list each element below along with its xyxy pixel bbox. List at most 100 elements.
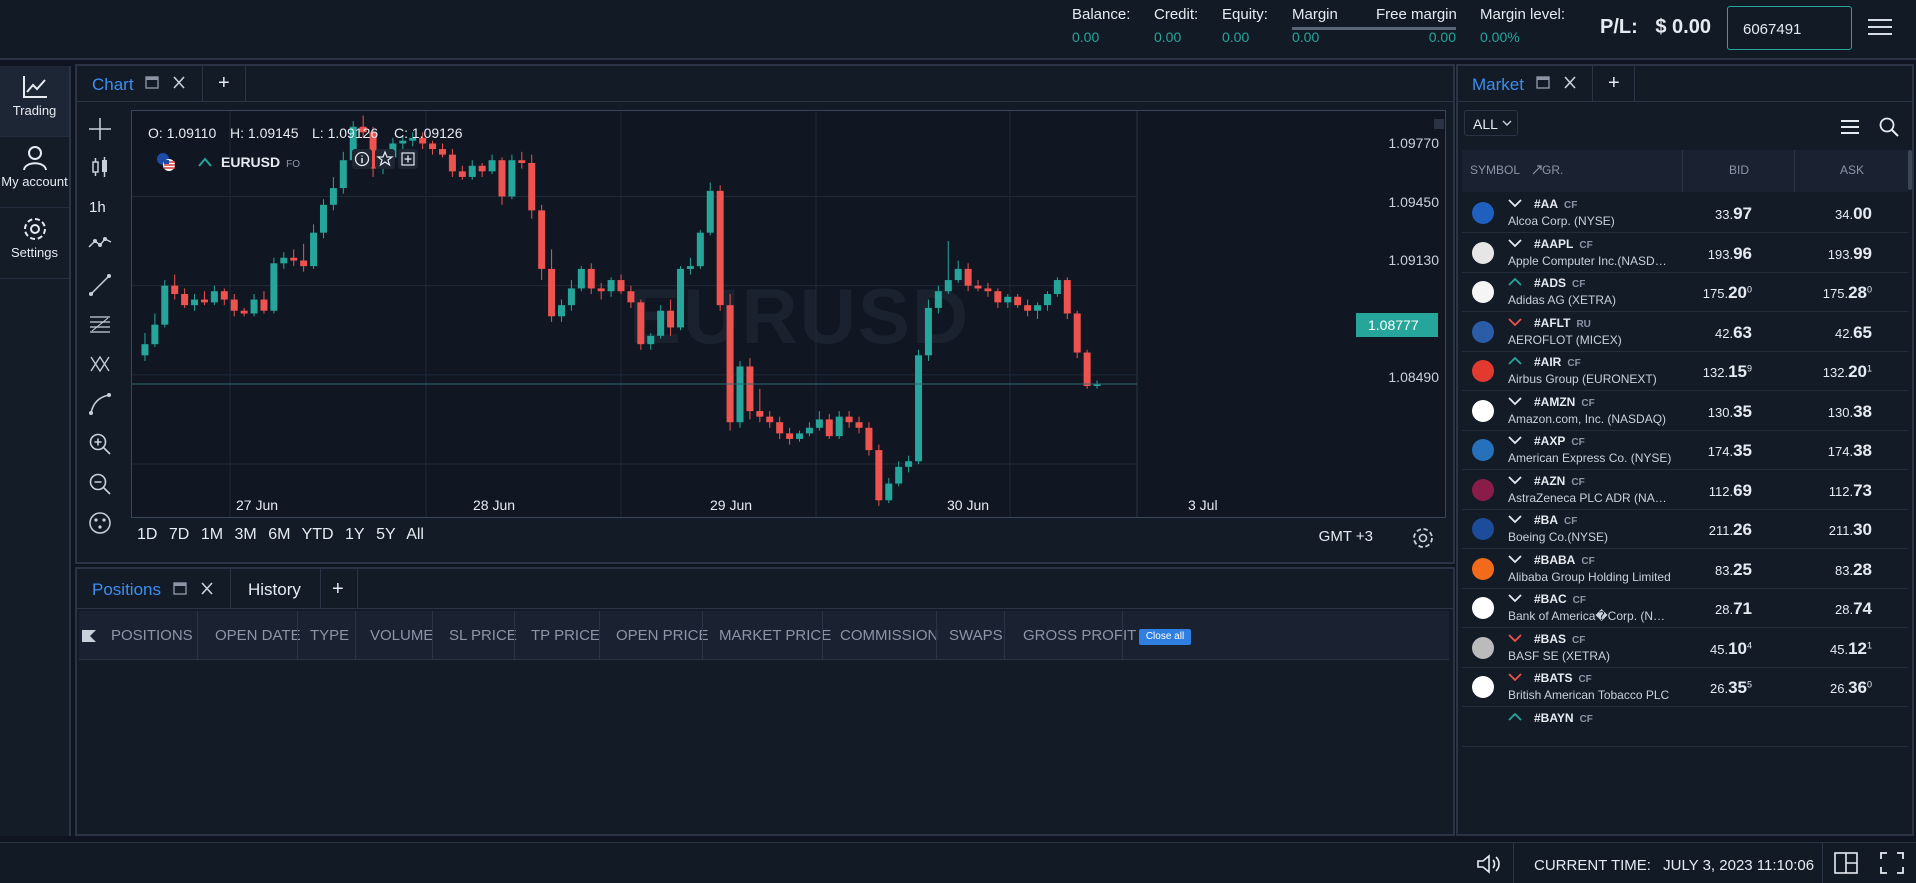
candle-body[interactable] — [607, 280, 615, 292]
chevron-up-icon[interactable] — [1508, 277, 1522, 287]
candle-body[interactable] — [686, 266, 694, 269]
candle-body[interactable] — [805, 427, 813, 434]
bid-price[interactable]: 26.355 — [1710, 678, 1752, 698]
market-row[interactable]: #AZNCFAstraZeneca PLC ADR (NASDAQ)112.69… — [1462, 471, 1908, 510]
bid-price[interactable]: 33.97 — [1715, 204, 1752, 224]
candle-body[interactable] — [151, 324, 159, 345]
ask-price[interactable]: 211.30 — [1829, 520, 1872, 540]
ask-price[interactable]: 112.73 — [1829, 481, 1872, 501]
candle-body[interactable] — [895, 466, 903, 484]
col-tp-price[interactable]: TP PRICE — [531, 627, 600, 644]
candle-body[interactable] — [161, 285, 169, 325]
candle-body[interactable] — [964, 268, 972, 286]
search-icon[interactable] — [1878, 116, 1900, 138]
candle-body[interactable] — [141, 344, 149, 356]
price-chart[interactable]: EURUSD O: 1.09110 H: 1.09145 L: 1.09126 … — [131, 110, 1446, 518]
bid-price[interactable]: 83.25 — [1715, 560, 1752, 580]
candle-body[interactable] — [657, 310, 665, 336]
candle-body[interactable] — [756, 411, 764, 417]
chevron-down-icon[interactable] — [1508, 514, 1522, 524]
candle-body[interactable] — [498, 160, 506, 197]
col-group[interactable]: GR. — [1542, 163, 1563, 177]
tab-positions[interactable]: Positions — [92, 571, 161, 607]
candle-body[interactable] — [518, 160, 526, 163]
chevron-down-icon[interactable] — [1508, 198, 1522, 208]
candle-body[interactable] — [627, 291, 635, 303]
market-filter-dropdown[interactable]: ALL — [1464, 110, 1518, 136]
market-row[interactable]: #AIR CF Airbus Group (EURONEXT) 132.159 132.… — [1462, 352, 1908, 391]
market-row[interactable]: #BA CF Boeing Co.(NYSE) 211.26 211.30 — [1462, 510, 1908, 549]
candle-body[interactable] — [280, 257, 288, 264]
col-symbol[interactable]: SYMBOL — [1470, 163, 1520, 177]
col-swaps[interactable]: SWAPS — [949, 627, 1003, 644]
candle-body[interactable] — [1053, 280, 1061, 294]
candle-body[interactable] — [796, 433, 804, 439]
col-open-price[interactable]: OPEN PRICE — [616, 627, 709, 644]
zoom-in-icon[interactable] — [87, 431, 113, 457]
close-icon[interactable] — [200, 582, 214, 595]
period-1y[interactable]: 1Y — [345, 526, 365, 543]
period-7d[interactable]: 7D — [169, 526, 189, 543]
bid-price[interactable]: 112.69 — [1709, 481, 1752, 501]
market-row[interactable]: #BABA CF Alibaba Group Holding Limited 83.2… — [1462, 550, 1908, 589]
col-commission[interactable]: COMMISSION — [840, 627, 938, 644]
candle-body[interactable] — [458, 171, 466, 177]
ask-price[interactable]: 26.360 — [1830, 678, 1872, 698]
add-chart-tab-button[interactable]: + — [218, 72, 230, 95]
detach-window-icon[interactable] — [145, 76, 159, 89]
ask-price[interactable]: 83.28 — [1835, 560, 1872, 580]
candle-body[interactable] — [865, 427, 873, 451]
period-3m[interactable]: 3M — [235, 526, 257, 543]
indicators-icon[interactable] — [87, 230, 113, 256]
period-6m[interactable]: 6M — [268, 526, 290, 543]
candle-body[interactable] — [845, 416, 853, 423]
candle-body[interactable] — [875, 450, 883, 501]
add-market-tab-button[interactable]: + — [1608, 72, 1620, 95]
ask-price[interactable]: 45.121 — [1830, 639, 1872, 659]
candle-body[interactable] — [667, 310, 675, 328]
candle-body[interactable] — [538, 210, 546, 269]
candle-body[interactable] — [1043, 294, 1051, 306]
period-all[interactable]: All — [406, 526, 424, 543]
candle-body[interactable] — [677, 268, 685, 328]
chevron-up-icon[interactable] — [1508, 712, 1522, 722]
candle-body[interactable] — [587, 268, 595, 289]
candle-body[interactable] — [260, 299, 268, 311]
candle-body[interactable] — [1083, 352, 1091, 386]
candlestick-type-icon[interactable] — [87, 154, 113, 180]
candle-body[interactable] — [448, 154, 456, 172]
crosshair-icon[interactable] — [87, 116, 113, 142]
ask-price[interactable]: 130.38 — [1828, 402, 1872, 422]
market-row[interactable]: #BATS CF British American Tobacco PLC 26.35… — [1462, 668, 1908, 707]
candle-body[interactable] — [478, 165, 486, 172]
candle-body[interactable] — [885, 483, 893, 501]
candle-body[interactable] — [786, 433, 794, 439]
brush-icon[interactable] — [87, 391, 113, 417]
candle-body[interactable] — [924, 307, 932, 356]
market-row[interactable]: #AA CF Alcoa Corp. (NYSE) 33.97 34.00 — [1462, 194, 1908, 233]
bid-price[interactable]: 211.26 — [1709, 520, 1752, 540]
ask-price[interactable]: 174.38 — [1828, 441, 1872, 461]
candle-body[interactable] — [528, 162, 536, 211]
timezone-selector[interactable]: GMT +3 — [1319, 528, 1373, 545]
candle-body[interactable] — [210, 291, 218, 303]
candle-body[interactable] — [1014, 296, 1022, 306]
candle-body[interactable] — [220, 291, 228, 300]
chevron-down-icon[interactable] — [1508, 435, 1522, 445]
sort-icon[interactable] — [1532, 165, 1542, 175]
chevron-down-icon[interactable] — [1508, 238, 1522, 248]
candle-body[interactable] — [954, 268, 962, 281]
candle-body[interactable] — [468, 165, 476, 177]
bid-price[interactable]: 174.35 — [1708, 441, 1752, 461]
market-row[interactable]: #AXP CF American Express Co. (NYSE) 174.35 1… — [1462, 431, 1908, 470]
candle-body[interactable] — [171, 285, 179, 294]
candle-body[interactable] — [1034, 305, 1042, 311]
candle-body[interactable] — [637, 302, 645, 345]
nav-item-trading[interactable]: Trading — [0, 66, 69, 137]
ask-price[interactable]: 34.00 — [1835, 204, 1872, 224]
candle-body[interactable] — [548, 268, 556, 317]
market-row[interactable]: #BAYN CF — [1462, 708, 1908, 747]
candle-body[interactable] — [250, 299, 258, 314]
market-row[interactable]: #AFLT RU AEROFLOT (MICEX) 42.63 42.65 — [1462, 313, 1908, 352]
candle-body[interactable] — [647, 335, 655, 345]
